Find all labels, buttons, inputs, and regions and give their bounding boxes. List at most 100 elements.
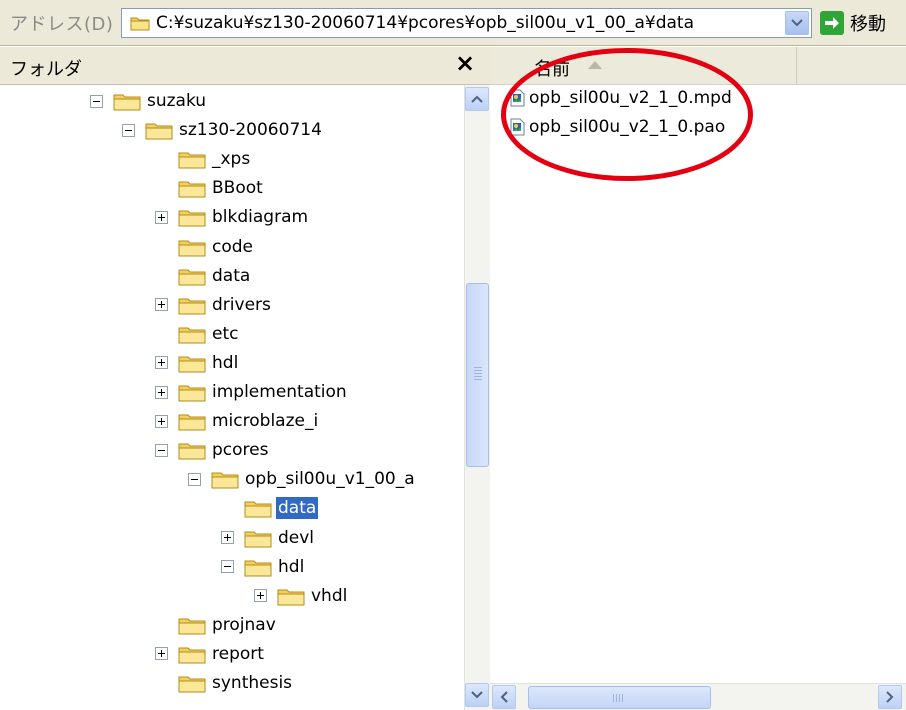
column-name-label: 名前 — [534, 59, 570, 80]
folder-icon — [178, 615, 206, 635]
tree-item-label: opb_sil00u_v1_00_a — [245, 469, 415, 490]
file-list-hscrollbar[interactable] — [490, 683, 906, 710]
folder-icon — [211, 469, 239, 489]
tree-item-label: _xps — [212, 149, 251, 170]
tree-item[interactable]: projnav — [155, 611, 278, 639]
tree-item-label: vhdl — [311, 585, 348, 606]
tree-item[interactable]: suzaku — [90, 87, 208, 115]
expand-icon[interactable] — [155, 210, 168, 224]
tree-item[interactable]: devl — [221, 524, 316, 552]
go-label: 移動 — [850, 14, 886, 35]
tree-item[interactable]: BBoot — [155, 174, 265, 202]
sort-ascending-icon — [588, 61, 602, 69]
tree-item-label: BBoot — [212, 178, 263, 199]
address-path: C:¥suzaku¥sz130-20060714¥pcores¥opb_sil0… — [156, 13, 695, 33]
tree-item[interactable]: opb_sil00u_v1_00_a — [188, 465, 417, 493]
tree-item-label: data — [276, 497, 319, 520]
tree-item[interactable]: hdl — [221, 553, 306, 581]
folder-icon — [178, 644, 206, 664]
tree-item-label: report — [212, 643, 264, 664]
folder-icon — [244, 498, 272, 518]
explorer-window: アドレス(D) C:¥suzaku¥sz130-20060714¥pcores¥… — [0, 0, 906, 710]
tree-item[interactable]: microblaze_i — [155, 407, 320, 435]
tree-item[interactable]: hdl — [155, 349, 240, 377]
folder-icon — [277, 586, 305, 606]
scroll-thumb[interactable] — [528, 686, 711, 709]
folder-icon — [178, 411, 206, 431]
file-item[interactable]: opb_sil00u_v2_1_0.mpd — [510, 85, 732, 111]
tree-item-label: implementation — [212, 382, 347, 402]
tree-item-label: sz130-20060714 — [179, 120, 322, 141]
expand-icon[interactable] — [155, 298, 168, 312]
tree-item[interactable]: implementation — [155, 378, 349, 406]
folder-pane-title: フォルダ — [10, 59, 82, 80]
file-list: opb_sil00u_v2_1_0.mpd opb_sil00u_v2_1_0.… — [490, 85, 906, 683]
folder-icon — [178, 295, 206, 315]
tree-item[interactable]: drivers — [155, 291, 273, 319]
folder-icon — [178, 178, 206, 198]
tree-item-label: projnav — [212, 614, 276, 635]
expand-icon[interactable] — [155, 356, 168, 370]
tree-item[interactable]: pcores — [155, 436, 270, 464]
tree-item[interactable]: report — [155, 640, 266, 668]
scroll-down-button[interactable] — [465, 683, 489, 707]
tree-item-label: hdl — [278, 556, 305, 577]
folder-icon — [244, 528, 272, 548]
collapse-icon[interactable] — [155, 443, 168, 457]
folder-icon — [178, 237, 206, 257]
file-list-header: 名前 — [490, 47, 906, 85]
chevron-down-icon[interactable] — [785, 11, 809, 35]
collapse-icon[interactable] — [90, 94, 103, 108]
file-item[interactable]: opb_sil00u_v2_1_0.pao — [510, 114, 725, 140]
address-bar: アドレス(D) C:¥suzaku¥sz130-20060714¥pcores¥… — [0, 0, 906, 46]
tree-item[interactable]: synthesis — [155, 669, 294, 697]
scroll-right-button[interactable] — [878, 685, 902, 709]
close-icon[interactable]: × — [455, 51, 475, 75]
collapse-icon[interactable] — [188, 472, 201, 486]
tree-item[interactable]: data — [155, 262, 252, 290]
folder-tree-scrollbar[interactable] — [464, 85, 490, 710]
tree-item[interactable]: data — [221, 494, 319, 522]
folder-icon — [178, 149, 206, 169]
tree-item[interactable]: blkdiagram — [155, 203, 310, 231]
tree-item[interactable]: etc — [155, 320, 240, 348]
folder-icon — [178, 440, 206, 460]
file-icon — [510, 118, 525, 136]
scroll-thumb[interactable] — [466, 283, 489, 467]
expand-icon[interactable] — [155, 647, 168, 661]
go-button[interactable]: 移動 — [820, 8, 886, 38]
collapse-icon[interactable] — [122, 123, 135, 137]
folder-icon — [178, 207, 206, 227]
tree-item-label: drivers — [212, 294, 271, 315]
folder-icon — [113, 91, 141, 111]
tree-item[interactable]: _xps — [155, 145, 252, 173]
collapse-icon[interactable] — [221, 560, 234, 574]
thumb-grip — [613, 694, 625, 702]
address-input[interactable]: C:¥suzaku¥sz130-20060714¥pcores¥opb_sil0… — [121, 8, 812, 38]
expand-icon[interactable] — [155, 414, 168, 428]
green-arrow-icon — [820, 11, 844, 35]
tree-item[interactable]: vhdl — [254, 582, 349, 610]
tree-item-label: devl — [278, 527, 315, 548]
folder-icon — [244, 557, 272, 577]
folder-icon — [178, 266, 206, 286]
folder-icon — [178, 353, 206, 373]
thumb-grip — [474, 367, 482, 381]
folder-icon — [130, 17, 150, 31]
expand-icon[interactable] — [155, 385, 168, 399]
tree-item-label: data — [212, 265, 251, 286]
scroll-left-button[interactable] — [492, 685, 516, 709]
column-header-name[interactable]: 名前 — [502, 47, 797, 84]
expand-icon[interactable] — [221, 531, 234, 544]
scroll-up-button[interactable] — [465, 87, 489, 111]
tree-item-label: blkdiagram — [212, 207, 309, 228]
tree-item[interactable]: code — [155, 233, 255, 261]
expand-icon[interactable] — [254, 589, 267, 603]
tree-item-label: etc — [212, 323, 239, 344]
tree-item-label: suzaku — [147, 91, 207, 111]
tree-item-label: code — [212, 236, 253, 257]
folder-icon — [178, 673, 206, 693]
tree-item-label: microblaze_i — [212, 411, 319, 432]
file-icon — [510, 89, 525, 107]
tree-item[interactable]: sz130-20060714 — [122, 116, 324, 144]
